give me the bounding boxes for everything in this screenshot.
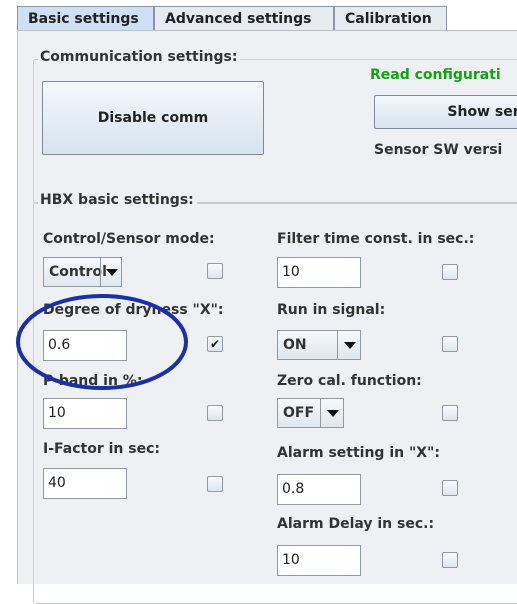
highlight-ellipse — [16, 294, 188, 390]
annotation-circle — [16, 294, 188, 390]
